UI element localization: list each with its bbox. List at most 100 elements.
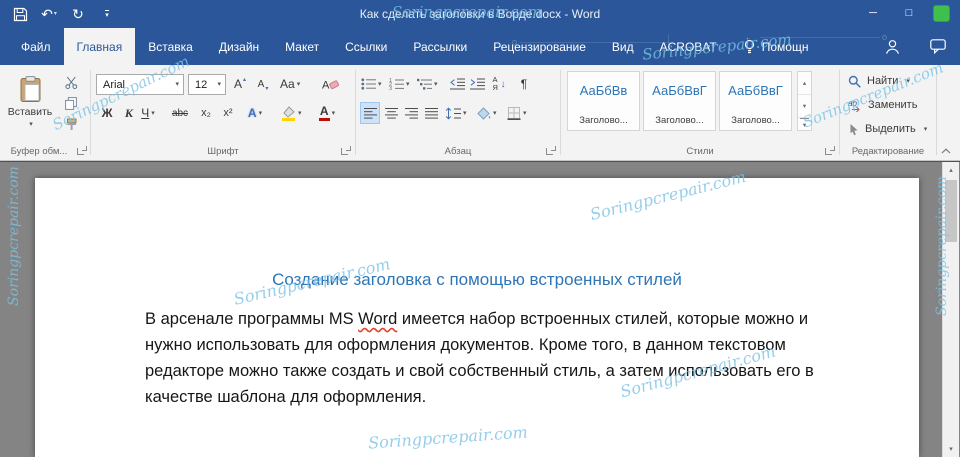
scroll-down-button[interactable]: ▾ [943,441,959,457]
clipboard-dialog-launcher[interactable] [77,145,88,156]
caret-down-icon: ▾ [296,80,301,88]
font-name-combo[interactable]: Arial ▾ [96,74,184,95]
bold-button[interactable]: Ж [98,103,116,123]
text-effects-button[interactable]: А ▾ [246,103,264,123]
align-left-icon [363,108,377,119]
font-group: Arial ▾ 12 ▾ А ▴ А ▾ Aa ▾ А Ж К Ч ▾ abc x₂ x… [91,65,355,160]
tab-design[interactable]: Дизайн [206,28,272,65]
shrink-font-button[interactable]: А ▾ [254,74,272,94]
svg-text:3: 3 [389,86,392,90]
comment-bubble-icon [930,39,946,54]
window-controls: ─ □ [861,4,950,22]
font-color-letter: А [318,105,330,121]
clipboard-group: Вставить ▾ Буфер обм... [0,65,90,160]
copy-button[interactable] [60,94,82,112]
gallery-more-button[interactable]: ▾ [800,118,809,130]
text-effects-letter: А [247,106,257,120]
replace-icon: ab [848,99,860,112]
replace-button[interactable]: ab Заменить [848,96,917,114]
numbering-button[interactable]: 1 2 3 ▾ [389,74,410,94]
lightbulb-icon [744,39,754,54]
tab-insert[interactable]: Вставка [135,28,206,65]
select-cursor-icon [850,123,858,135]
font-size-value: 12 [195,78,208,91]
bullets-button[interactable]: ▾ [361,74,382,94]
scroll-up-button[interactable]: ▴ [943,162,959,178]
paragraph-dialog-launcher[interactable] [546,145,557,156]
highlight-color-button[interactable]: ▾ [281,103,302,123]
subscript-button[interactable]: x₂ [197,103,215,123]
change-case-label: Aa [280,77,295,91]
customize-quick-access-button[interactable]: ▾ [99,5,115,23]
cut-button[interactable] [60,73,82,91]
undo-button[interactable]: ↶ ▾ [41,5,57,23]
document-heading[interactable]: Создание заголовка с помощью встроенных … [105,270,849,290]
redo-button[interactable]: ↻ [70,5,86,23]
green-corner-badge[interactable] [933,4,950,22]
styles-dialog-launcher[interactable] [825,145,836,156]
tab-mailings[interactable]: Рассылки [400,28,480,65]
gallery-down-button[interactable]: ▾ [798,95,811,118]
show-paragraph-marks-button[interactable]: ¶ [515,74,533,94]
paste-label: Вставить [7,106,53,118]
change-case-button[interactable]: Aa ▾ [280,74,300,94]
style-card-heading1[interactable]: АаБбВв Заголово... [567,71,640,131]
find-button[interactable]: Найти ▾ [848,72,910,90]
align-left-button[interactable] [360,102,380,124]
justify-button[interactable] [422,103,440,123]
maximize-button[interactable]: □ [897,4,921,22]
sort-button[interactable]: АЯ ↓ [490,74,508,94]
tab-assistant[interactable]: Помощн [730,28,822,65]
align-right-button[interactable] [402,103,420,123]
multilevel-list-button[interactable]: ▾ [417,74,438,94]
decrease-indent-button[interactable] [448,74,466,94]
select-button[interactable]: Выделить ▾ [848,120,927,138]
increase-indent-button[interactable] [468,74,486,94]
underline-button[interactable]: Ч ▾ [139,103,157,123]
tab-references[interactable]: Ссылки [332,28,400,65]
caret-down-icon: ▾ [175,81,179,88]
line-spacing-icon [445,106,461,120]
tab-home[interactable]: Главная [63,28,136,65]
borders-button[interactable]: ▾ [507,103,527,123]
shading-button[interactable]: ▾ [477,103,497,123]
style-label: Заголово... [731,115,780,126]
vertical-scrollbar[interactable]: ▴ ▾ [942,162,959,457]
style-preview: АаБбВвГ [652,83,707,98]
tab-acrobat[interactable]: ACROBAT [647,28,730,65]
strikethrough-button[interactable]: abc [171,103,189,123]
gallery-up-button[interactable]: ▴ [798,72,811,95]
caret-down-icon: ▾ [923,125,928,133]
line-spacing-button[interactable]: ▾ [445,103,467,123]
tab-file[interactable]: Файл [8,28,64,65]
eraser-icon: А [322,80,339,91]
font-size-combo[interactable]: 12 ▾ [188,74,226,95]
chevron-up-icon [941,148,951,154]
find-icon [848,75,861,88]
superscript-button[interactable]: x² [219,103,237,123]
collapse-ribbon-button[interactable] [941,148,951,154]
grow-font-button[interactable]: А ▴ [231,74,249,94]
shading-bucket-icon [477,106,491,120]
paste-button[interactable]: Вставить ▾ [5,70,55,142]
tab-layout[interactable]: Макет [272,28,332,65]
align-center-button[interactable] [382,103,400,123]
caret-down-icon: ▾ [151,109,155,117]
font-color-button[interactable]: А ▾ [318,103,336,123]
font-dialog-launcher[interactable] [341,145,352,156]
format-painter-button[interactable] [60,115,82,133]
shrink-font-letter: А [257,78,265,90]
italic-button[interactable]: К [120,103,138,123]
scrollbar-thumb[interactable] [945,180,957,242]
style-card-heading2[interactable]: АаБбВвГ Заголово... [643,71,716,131]
minimize-button[interactable]: ─ [861,4,885,22]
tab-view[interactable]: Вид [599,28,647,65]
document-page[interactable]: Создание заголовка с помощью встроенных … [35,178,919,457]
tab-review[interactable]: Рецензирование [480,28,599,65]
sign-in-button[interactable] [885,39,900,55]
clear-formatting-button[interactable]: А [321,74,339,94]
save-button[interactable] [12,5,28,23]
document-paragraph[interactable]: В арсенале программы MS Word имеется наб… [145,307,835,411]
style-card-heading3[interactable]: АаБбВвГ Заголово... [719,71,792,131]
share-comment-button[interactable] [930,39,946,54]
